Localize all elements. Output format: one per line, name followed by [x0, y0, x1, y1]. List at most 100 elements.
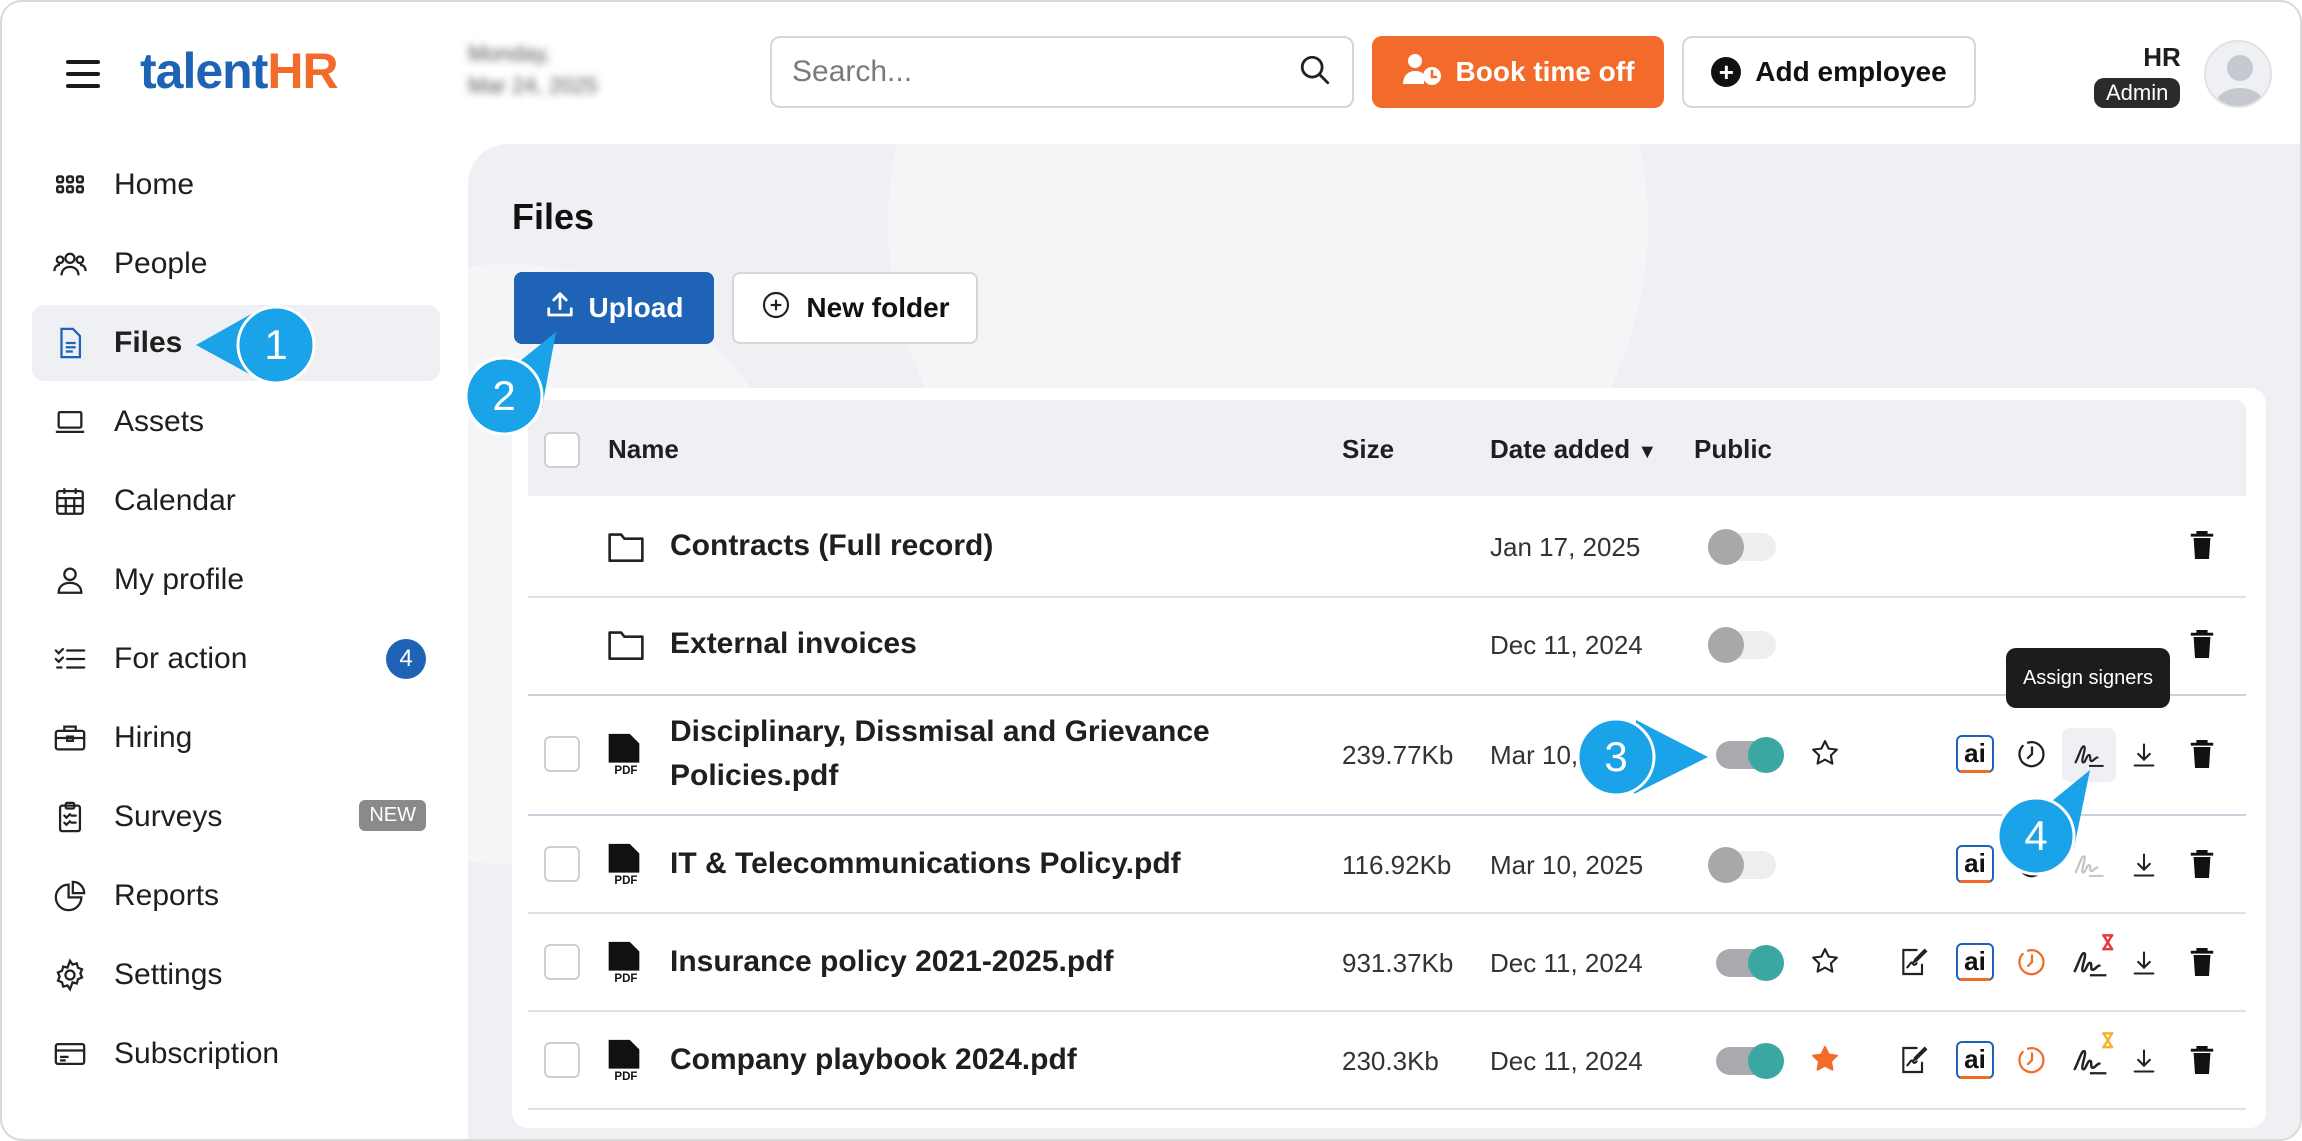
- callout-number: 1: [264, 321, 287, 368]
- sidebar-item-hiring[interactable]: Hiring: [32, 700, 440, 776]
- trash-icon[interactable]: [2188, 946, 2216, 978]
- file-name[interactable]: External invoices: [670, 622, 917, 666]
- column-header-name[interactable]: Name: [608, 434, 679, 465]
- column-header-size[interactable]: Size: [1342, 434, 1394, 465]
- date-added: Dec 11, 2024: [1490, 630, 1643, 660]
- star-outline-icon[interactable]: [1810, 738, 1840, 768]
- row-checkbox[interactable]: [544, 846, 580, 882]
- pdf-label: PDF: [614, 875, 637, 887]
- callout-2: 2: [464, 332, 556, 436]
- sidebar-item-reports[interactable]: Reports: [32, 858, 440, 934]
- add-employee-button[interactable]: + Add employee: [1682, 36, 1976, 108]
- sidebar-item-subscription[interactable]: Subscription: [32, 1016, 440, 1092]
- star-filled-icon[interactable]: [1810, 1044, 1840, 1074]
- ai-icon[interactable]: ai: [1956, 943, 1994, 981]
- sidebar-item-label: Calendar: [114, 484, 236, 517]
- download-icon[interactable]: [2130, 1046, 2158, 1076]
- public-toggle[interactable]: [1708, 627, 1776, 663]
- book-time-off-label: Book time off: [1455, 56, 1635, 87]
- edit-document-icon[interactable]: [1898, 1044, 1930, 1076]
- row-divider: [528, 596, 2246, 598]
- trash-icon[interactable]: [2188, 1044, 2216, 1076]
- download-icon[interactable]: [2130, 850, 2158, 880]
- sidebar-item-label: Reports: [114, 879, 220, 912]
- sidebar-item-label: For action: [114, 642, 248, 675]
- trash-icon[interactable]: [2188, 738, 2216, 770]
- date-weekday: Monday,: [468, 41, 551, 66]
- row-checkbox[interactable]: [544, 944, 580, 980]
- signature-pending-icon[interactable]: [2072, 1030, 2116, 1078]
- upload-label: Upload: [588, 292, 684, 323]
- row-divider: [528, 1010, 2246, 1012]
- avatar[interactable]: [2204, 40, 2272, 108]
- edit-document-icon[interactable]: [1898, 946, 1930, 978]
- star-outline-icon[interactable]: [1810, 946, 1840, 976]
- public-toggle[interactable]: [1716, 1043, 1784, 1079]
- signature-pending-icon[interactable]: [2072, 932, 2116, 980]
- search-icon[interactable]: [1298, 53, 1332, 92]
- ai-icon[interactable]: ai: [1956, 735, 1994, 773]
- trash-icon[interactable]: [2188, 529, 2216, 561]
- trash-icon[interactable]: [2188, 628, 2216, 660]
- history-icon[interactable]: [2016, 1044, 2048, 1076]
- date-added: Dec 11, 2024: [1490, 1046, 1643, 1076]
- callout-3: 3: [1576, 717, 1708, 797]
- sidebar-item-my-profile[interactable]: My profile: [32, 542, 440, 618]
- column-header-date-label: Date added: [1490, 434, 1631, 464]
- callout-number: 4: [2024, 812, 2047, 859]
- assign-signers-tooltip: Assign signers: [2006, 648, 2170, 708]
- trash-icon[interactable]: [2188, 848, 2216, 880]
- new-badge: NEW: [359, 800, 426, 831]
- ai-icon[interactable]: ai: [1956, 1041, 1994, 1079]
- public-toggle[interactable]: [1716, 737, 1784, 773]
- new-folder-button[interactable]: New folder: [732, 272, 978, 344]
- ai-icon[interactable]: ai: [1956, 845, 1994, 883]
- column-header-date[interactable]: Date added ▼: [1490, 434, 1657, 465]
- upload-icon: [545, 290, 575, 327]
- history-icon[interactable]: [2016, 946, 2048, 978]
- file-size: 230.3Kb: [1342, 1046, 1439, 1076]
- people-icon: [52, 246, 88, 282]
- public-toggle[interactable]: [1716, 945, 1784, 981]
- gear-icon: [52, 957, 88, 993]
- app-window: talentHR Monday, Mar 24, 2025 Book time …: [0, 0, 2302, 1141]
- download-icon[interactable]: [2130, 948, 2158, 978]
- row-divider: [528, 1108, 2246, 1110]
- sidebar-item-for-action[interactable]: For action 4: [32, 621, 440, 697]
- sidebar-item-people[interactable]: People: [32, 226, 440, 302]
- search-box[interactable]: [770, 36, 1354, 108]
- sidebar-item-label: Assets: [114, 405, 205, 438]
- pdf-label: PDF: [614, 1071, 637, 1083]
- download-icon[interactable]: [2130, 740, 2158, 770]
- file-size: 239.77Kb: [1342, 740, 1454, 770]
- file-size: 931.37Kb: [1342, 948, 1454, 978]
- sidebar-item-home[interactable]: Home: [32, 147, 440, 223]
- file-name-line: Disciplinary, Dissmisal and Grievance: [670, 715, 1210, 748]
- user-name: HR: [2143, 42, 2181, 72]
- file-name-line: Policies.pdf: [670, 759, 839, 792]
- sidebar-item-label: People: [114, 247, 208, 280]
- search-input[interactable]: [792, 55, 1298, 89]
- row-checkbox[interactable]: [544, 1042, 580, 1078]
- menu-icon[interactable]: [66, 60, 100, 88]
- sidebar-item-assets[interactable]: Assets: [32, 384, 440, 460]
- sidebar-item-calendar[interactable]: Calendar: [32, 463, 440, 539]
- book-time-off-button[interactable]: Book time off: [1372, 36, 1664, 108]
- public-toggle[interactable]: [1708, 847, 1776, 883]
- logo[interactable]: talentHR: [140, 42, 339, 100]
- file-name[interactable]: IT & Telecommunications Policy.pdf: [670, 842, 1181, 886]
- pdf-file-icon: PDF: [604, 1038, 644, 1084]
- public-toggle[interactable]: [1708, 529, 1776, 565]
- file-name[interactable]: Contracts (Full record): [670, 524, 993, 568]
- logo-text: talent: [140, 43, 268, 99]
- logo-text-hr: HR: [267, 43, 338, 99]
- sidebar-item-label: Hiring: [114, 721, 193, 754]
- file-name[interactable]: Company playbook 2024.pdf: [670, 1038, 1077, 1082]
- sidebar-item-label: My profile: [114, 563, 245, 596]
- row-checkbox[interactable]: [544, 736, 580, 772]
- sidebar-item-settings[interactable]: Settings: [32, 937, 440, 1013]
- file-name[interactable]: Insurance policy 2021-2025.pdf: [670, 940, 1114, 984]
- file-name[interactable]: Disciplinary, Dissmisal and Grievance Pol…: [670, 710, 1210, 798]
- sidebar-item-surveys[interactable]: Surveys NEW: [32, 779, 440, 855]
- pdf-file-icon: PDF: [604, 940, 644, 986]
